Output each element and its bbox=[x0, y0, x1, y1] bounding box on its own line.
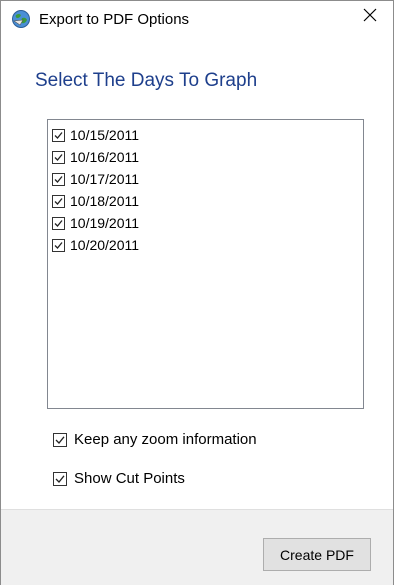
title-bar: Export to PDF Options bbox=[1, 1, 393, 33]
window-title: Export to PDF Options bbox=[39, 11, 190, 28]
day-label: 10/15/2011 bbox=[70, 127, 140, 143]
show-cut-points-label: Show Cut Points bbox=[74, 470, 185, 487]
day-label: 10/19/2011 bbox=[70, 215, 140, 231]
day-checkbox[interactable] bbox=[52, 172, 65, 186]
list-item[interactable]: 10/20/2011 bbox=[48, 234, 363, 256]
day-checkbox[interactable] bbox=[52, 216, 65, 230]
export-pdf-dialog: Export to PDF Options Select The Days To… bbox=[0, 0, 394, 585]
day-label: 10/16/2011 bbox=[70, 149, 140, 165]
day-checkbox[interactable] bbox=[52, 150, 65, 164]
keep-zoom-option[interactable]: Keep any zoom information bbox=[53, 430, 257, 450]
day-label: 10/17/2011 bbox=[70, 171, 140, 187]
close-icon bbox=[363, 8, 377, 27]
app-globe-icon bbox=[11, 9, 31, 29]
list-item[interactable]: 10/16/2011 bbox=[48, 146, 363, 168]
list-item[interactable]: 10/15/2011 bbox=[48, 124, 363, 146]
create-pdf-button[interactable]: Create PDF bbox=[263, 538, 371, 571]
day-label: 10/18/2011 bbox=[70, 193, 140, 209]
show-cut-points-checkbox[interactable] bbox=[53, 472, 67, 486]
page-title: Select The Days To Graph bbox=[35, 70, 258, 91]
keep-zoom-label: Keep any zoom information bbox=[74, 431, 257, 448]
list-item[interactable]: 10/18/2011 bbox=[48, 190, 363, 212]
dialog-footer: Create PDF bbox=[1, 509, 393, 585]
day-label: 10/20/2011 bbox=[70, 237, 140, 253]
keep-zoom-checkbox[interactable] bbox=[53, 433, 67, 447]
day-checkbox[interactable] bbox=[52, 194, 65, 208]
list-item[interactable]: 10/19/2011 bbox=[48, 212, 363, 234]
day-checkbox[interactable] bbox=[52, 238, 65, 252]
close-button[interactable] bbox=[347, 1, 393, 33]
list-item[interactable]: 10/17/2011 bbox=[48, 168, 363, 190]
days-checklist[interactable]: 10/15/2011 10/16/2011 10/17/2011 10/18/2… bbox=[47, 119, 364, 409]
show-cut-points-option[interactable]: Show Cut Points bbox=[53, 469, 185, 489]
day-checkbox[interactable] bbox=[52, 128, 65, 142]
